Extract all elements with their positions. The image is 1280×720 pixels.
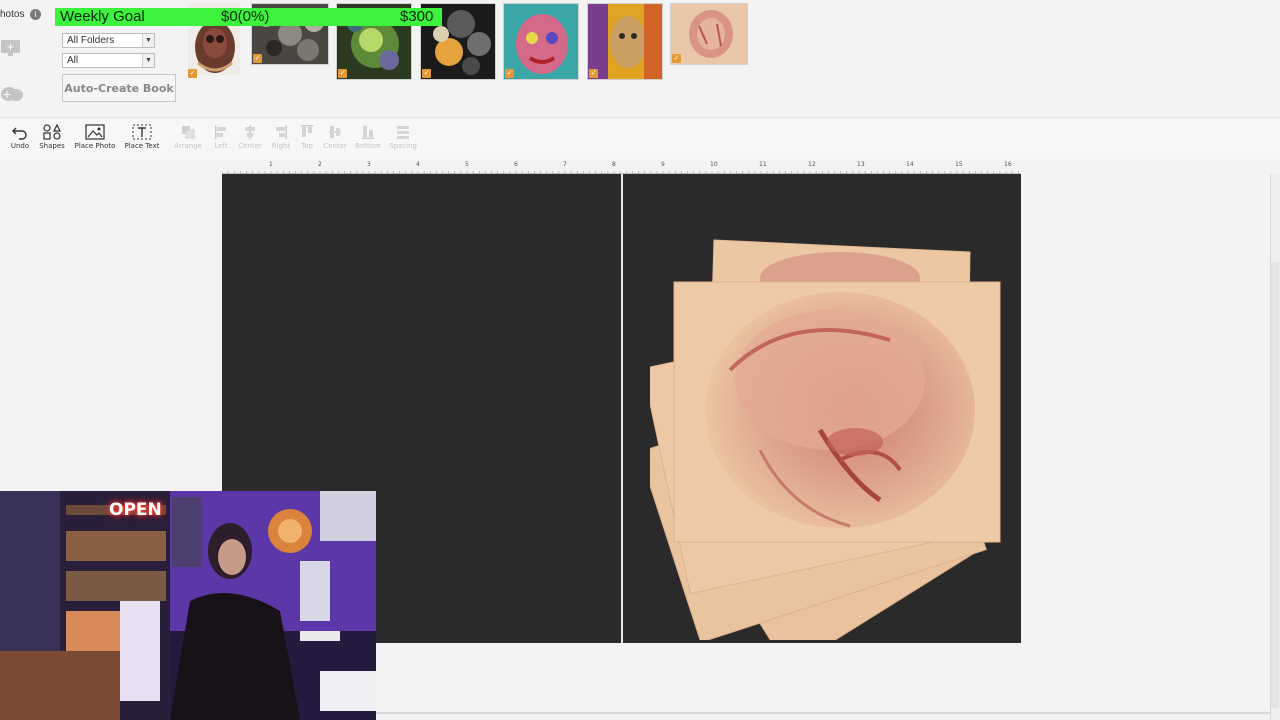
ruler-tick-label: 8 — [612, 161, 616, 168]
selected-check-icon[interactable]: ✓ — [505, 69, 514, 78]
align-center-button[interactable]: Center — [236, 124, 264, 158]
photo-print[interactable] — [673, 281, 1001, 543]
align-top-button[interactable]: Top — [297, 124, 317, 158]
ruler-tick-label: 7 — [563, 161, 567, 168]
align-bottom-button[interactable]: Bottom — [354, 124, 382, 158]
weekly-goal-target: $300 — [400, 8, 434, 25]
place-photo-icon — [85, 124, 105, 140]
webcam-overlay — [0, 491, 376, 720]
scrollbar-thumb[interactable] — [1271, 262, 1279, 708]
chevron-down-icon: ▼ — [142, 54, 154, 67]
photo-thumbnail[interactable] — [670, 3, 748, 65]
selected-check-icon[interactable]: ✓ — [589, 69, 598, 78]
shapes-button[interactable]: Shapes — [38, 124, 66, 158]
info-icon[interactable]: i — [30, 9, 41, 20]
align-top-icon — [301, 125, 313, 137]
ruler-tick-label: 12 — [808, 161, 816, 168]
filter-select-value: All — [67, 55, 79, 66]
toolbar-label: Left — [214, 142, 228, 150]
arrange-icon — [182, 126, 195, 139]
open-neon-sign: OPEN — [109, 500, 162, 520]
selected-check-icon[interactable]: ✓ — [188, 69, 197, 78]
toolbar-label: Center — [323, 142, 347, 150]
ruler-tick-label: 1 — [269, 161, 273, 168]
photos-panel-label: hotos — [0, 9, 25, 20]
ruler-tick-label: 3 — [367, 161, 371, 168]
align-middle-icon — [329, 126, 341, 138]
folder-select[interactable]: All Folders ▼ — [62, 33, 155, 48]
align-right-button[interactable]: Right — [270, 124, 292, 158]
horizontal-scrollbar[interactable] — [376, 712, 1270, 714]
align-bottom-icon — [362, 126, 374, 139]
auto-create-book-button[interactable]: Auto-Create Book — [62, 74, 176, 102]
toolbar-label: Center — [238, 142, 262, 150]
weekly-goal-title: Weekly Goal — [60, 8, 145, 25]
toolbar-label: Shapes — [39, 142, 65, 150]
ruler-tick-label: 2 — [318, 161, 322, 168]
align-left-button[interactable]: Left — [210, 124, 232, 158]
align-left-icon — [215, 125, 226, 139]
ruler-tick-label: 6 — [514, 161, 518, 168]
ruler-tick-label: 10 — [710, 161, 718, 168]
svg-text:+: + — [2, 88, 11, 101]
ruler-tick-label: 5 — [465, 161, 469, 168]
spacing-icon — [397, 126, 409, 139]
folder-select-value: All Folders — [67, 35, 115, 46]
ruler-tick-label: 11 — [759, 161, 767, 168]
placed-photo-collage[interactable] — [638, 230, 1010, 670]
weekly-goal-current: $0(0%) — [221, 8, 270, 25]
ruler-tick-label: 15 — [955, 161, 963, 168]
place-text-icon — [132, 124, 152, 140]
toolbar-label: Arrange — [174, 142, 202, 150]
photo-thumbnail[interactable] — [503, 3, 579, 80]
toolbar-label: Right — [271, 142, 291, 150]
spacing-button[interactable]: Spacing — [388, 124, 418, 158]
filter-select[interactable]: All ▼ — [62, 53, 155, 68]
chevron-down-icon: ▼ — [142, 34, 154, 47]
undo-icon — [12, 127, 27, 140]
selected-check-icon[interactable]: ✓ — [338, 69, 347, 78]
ruler-tick-label: 14 — [906, 161, 914, 168]
arrange-button[interactable]: Arrange — [172, 124, 204, 158]
place-photo-button[interactable]: Place Photo — [73, 124, 117, 158]
align-right-icon — [276, 125, 287, 139]
selected-check-icon[interactable]: ✓ — [253, 54, 262, 63]
undo-button[interactable]: Undo — [6, 124, 34, 158]
ruler-tick-label: 9 — [661, 161, 665, 168]
align-middle-button[interactable]: Center — [321, 124, 349, 158]
ruler-tick-label: 4 — [416, 161, 420, 168]
toolbar-label: Undo — [10, 142, 30, 150]
horizontal-ruler: 1 2 3 4 5 6 7 8 9 10 11 12 13 14 15 16 — [221, 159, 1021, 174]
svg-text:+: + — [6, 42, 14, 53]
selected-check-icon[interactable]: ✓ — [422, 69, 431, 78]
selected-check-icon[interactable]: ✓ — [672, 54, 681, 63]
monitor-icon[interactable]: + — [0, 38, 22, 58]
photo-thumbnail[interactable] — [587, 3, 663, 80]
toolbar-label: Bottom — [355, 142, 381, 150]
ruler-tick-label: 16 — [1004, 161, 1012, 168]
toolbar-label: Place Photo — [74, 142, 116, 150]
shapes-icon — [43, 124, 61, 140]
place-text-button[interactable]: Place Text — [123, 124, 161, 158]
editor-toolbar: Undo Shapes Place Photo Place Text Arran… — [0, 119, 1280, 159]
align-center-icon — [245, 125, 255, 139]
ruler-tick-label: 13 — [857, 161, 865, 168]
toolbar-label: Top — [301, 142, 313, 150]
toolbar-label: Spacing — [389, 142, 417, 150]
cloud-add-icon[interactable]: + — [0, 83, 23, 103]
toolbar-label: Place Text — [124, 142, 160, 150]
photo-book-editor: hotos i + + All Folders ▼ All ▼ Auto-Cre… — [0, 0, 1280, 720]
